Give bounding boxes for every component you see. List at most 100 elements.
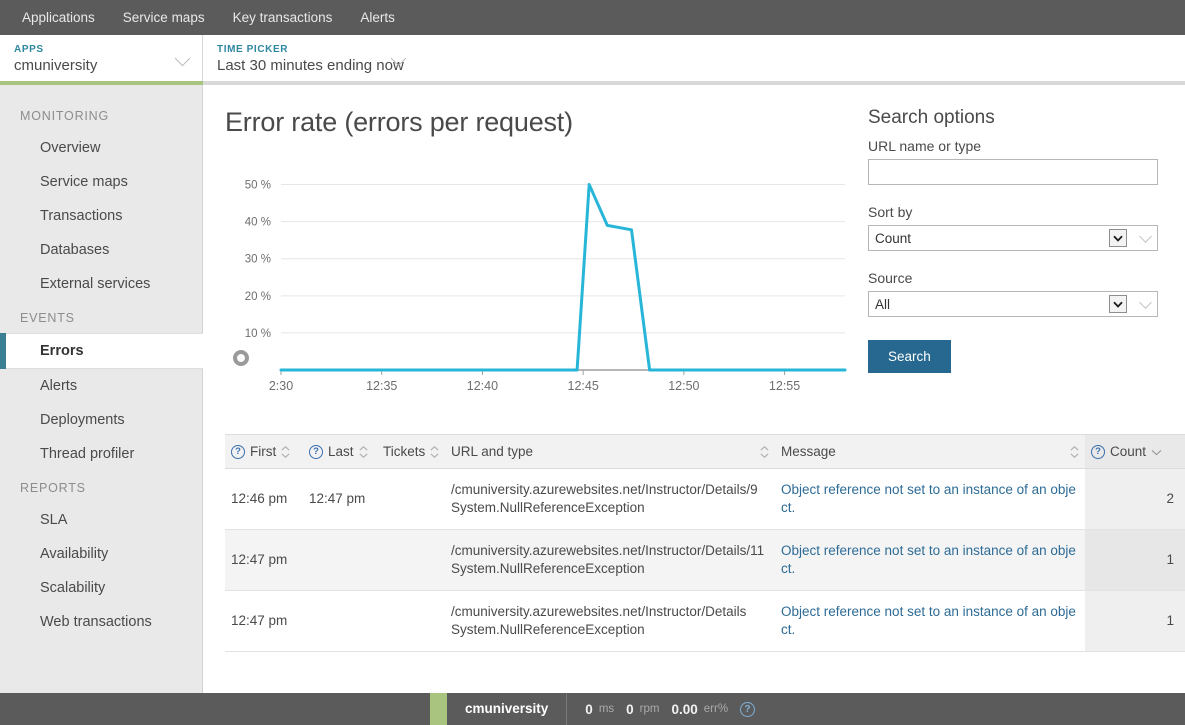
url-name-or-type-input[interactable]: [868, 159, 1158, 185]
search-button[interactable]: Search: [868, 340, 951, 373]
cell-last: 12:47 pm: [303, 468, 377, 530]
page-title: Error rate (errors per request): [225, 107, 573, 137]
topnav-item-alerts[interactable]: Alerts: [346, 0, 409, 35]
column-header-last[interactable]: ? Last: [303, 434, 377, 469]
search-options-panel: Search options URL name or type Sort by …: [862, 85, 1162, 404]
column-header-message[interactable]: Message: [775, 434, 1085, 469]
sidebar-group-events: EVENTS: [20, 311, 75, 325]
sidebar-item-databases[interactable]: Databases: [0, 233, 202, 267]
column-header-last-label: Last: [328, 444, 354, 459]
sidebar: MONITORING Overview Service maps Transac…: [0, 85, 203, 725]
dropdown-arrow-icon[interactable]: [1109, 229, 1127, 247]
sidebar-group-reports: REPORTS: [20, 481, 86, 495]
sort-by-label: Sort by: [868, 204, 913, 220]
errors-table: ? First ? Last Tickets URL and type Mess…: [225, 434, 1185, 652]
metric-response-time-unit: ms: [598, 703, 615, 715]
sidebar-item-deployments[interactable]: Deployments: [0, 403, 202, 437]
cell-url-and-type: /cmuniversity.azurewebsites.net/Instruct…: [445, 529, 775, 591]
column-header-first-label: First: [250, 444, 277, 459]
footer-health-indicator: [430, 693, 447, 725]
cell-message: Object reference not set to an instance …: [775, 529, 1085, 591]
cell-last: [303, 529, 377, 591]
sidebar-item-errors[interactable]: Errors: [0, 333, 203, 369]
svg-text:50 %: 50 %: [245, 180, 271, 192]
errors-table-body: 12:46 pm 12:47 pm /cmuniversity.azureweb…: [225, 468, 1185, 652]
message-link[interactable]: Object reference not set to an instance …: [781, 604, 1076, 637]
chart-range-slider-handle[interactable]: [233, 350, 249, 366]
sort-toggle-icon[interactable]: [281, 445, 290, 458]
svg-text:20 %: 20 %: [245, 291, 271, 303]
errors-table-wrapper: ? First ? Last Tickets URL and type Mess…: [225, 434, 1185, 652]
svg-text:10 %: 10 %: [245, 328, 271, 340]
error-rate-chart[interactable]: 50 % 40 % 30 % 20 % 10 % 2:30 12:35 12:40 12:45 1…: [225, 154, 849, 404]
sidebar-group-monitoring: MONITORING: [20, 109, 110, 123]
footer-app-name[interactable]: cmuniversity: [447, 693, 568, 725]
metric-throughput-unit: rpm: [639, 703, 660, 715]
table-row[interactable]: 12:46 pm 12:47 pm /cmuniversity.azureweb…: [225, 468, 1185, 530]
svg-text:12:45: 12:45: [568, 379, 599, 393]
sort-descending-icon[interactable]: [1151, 444, 1162, 459]
sidebar-item-transactions[interactable]: Transactions: [0, 199, 202, 233]
apps-selector-label: APPS: [14, 43, 44, 55]
time-picker-label: TIME PICKER: [217, 43, 289, 55]
sort-toggle-icon[interactable]: [430, 445, 439, 458]
svg-text:12:40: 12:40: [467, 379, 498, 393]
sort-toggle-icon[interactable]: [1070, 445, 1079, 458]
search-options-title: Search options: [868, 107, 995, 128]
apps-selector-value: cmuniversity: [14, 56, 98, 74]
sidebar-item-sla[interactable]: SLA: [0, 503, 202, 537]
table-row[interactable]: 12:47 pm /cmuniversity.azurewebsites.net…: [225, 590, 1185, 652]
column-header-tickets-label: Tickets: [383, 444, 426, 459]
cell-tickets: [377, 468, 445, 530]
cell-type: System.NullReferenceException: [451, 561, 645, 576]
column-header-url-and-type[interactable]: URL and type: [445, 434, 775, 469]
sidebar-item-overview[interactable]: Overview: [0, 131, 202, 165]
main-content: Error rate (errors per request) 50 % 40 %…: [203, 85, 1185, 725]
svg-text:12:55: 12:55: [769, 379, 800, 393]
cell-url: /cmuniversity.azurewebsites.net/Instruct…: [451, 604, 747, 619]
sidebar-item-thread-profiler[interactable]: Thread profiler: [0, 437, 202, 471]
message-link[interactable]: Object reference not set to an instance …: [781, 482, 1076, 515]
sort-by-block: Sort by Count: [868, 204, 1162, 251]
table-row[interactable]: 12:47 pm /cmuniversity.azurewebsites.net…: [225, 529, 1185, 591]
sidebar-item-service-maps[interactable]: Service maps: [0, 165, 202, 199]
help-icon[interactable]: ?: [740, 701, 756, 717]
dropdown-arrow-icon[interactable]: [1109, 295, 1127, 313]
footer-spacer: [0, 693, 430, 725]
cell-count: 1: [1085, 529, 1185, 591]
column-header-count[interactable]: ? Count: [1085, 434, 1185, 469]
sidebar-item-scalability[interactable]: Scalability: [0, 571, 202, 605]
metric-error-rate-unit: err%: [703, 703, 729, 715]
topnav-item-applications[interactable]: Applications: [8, 0, 109, 35]
sort-by-select[interactable]: Count: [868, 225, 1158, 251]
apps-selector[interactable]: APPS cmuniversity: [0, 35, 203, 81]
topnav-item-key-transactions[interactable]: Key transactions: [219, 0, 347, 35]
column-header-first[interactable]: ? First: [225, 434, 303, 469]
selector-bar: APPS cmuniversity TIME PICKER Last 30 mi…: [0, 35, 1185, 81]
sidebar-item-availability[interactable]: Availability: [0, 537, 202, 571]
svg-text:12:50: 12:50: [668, 379, 699, 393]
cell-message: Object reference not set to an instance …: [775, 468, 1085, 530]
top-navigation-bar: Applications Service maps Key transactio…: [0, 0, 1185, 35]
time-picker-selector[interactable]: TIME PICKER Last 30 minutes ending now: [203, 35, 418, 81]
help-icon[interactable]: ?: [231, 444, 245, 459]
body-area: MONITORING Overview Service maps Transac…: [0, 85, 1185, 725]
cell-count: 1: [1085, 590, 1185, 652]
cell-last: [303, 590, 377, 652]
column-header-tickets[interactable]: Tickets: [377, 434, 445, 469]
message-link[interactable]: Object reference not set to an instance …: [781, 543, 1076, 576]
sidebar-item-alerts[interactable]: Alerts: [0, 369, 202, 403]
cell-tickets: [377, 529, 445, 591]
column-header-message-label: Message: [781, 444, 836, 459]
cell-count: 2: [1085, 468, 1185, 530]
sort-toggle-icon[interactable]: [760, 445, 769, 458]
sidebar-item-web-transactions[interactable]: Web transactions: [0, 605, 202, 639]
sort-toggle-icon[interactable]: [358, 445, 368, 458]
topnav-item-service-maps[interactable]: Service maps: [109, 0, 219, 35]
help-icon[interactable]: ?: [309, 444, 323, 459]
footer-metrics: 0 ms 0 rpm 0.00 err% ?: [567, 701, 756, 717]
help-icon[interactable]: ?: [1091, 444, 1105, 459]
source-select[interactable]: All: [868, 291, 1158, 317]
sidebar-item-external-services[interactable]: External services: [0, 267, 202, 301]
metric-throughput-value: 0: [626, 701, 634, 717]
